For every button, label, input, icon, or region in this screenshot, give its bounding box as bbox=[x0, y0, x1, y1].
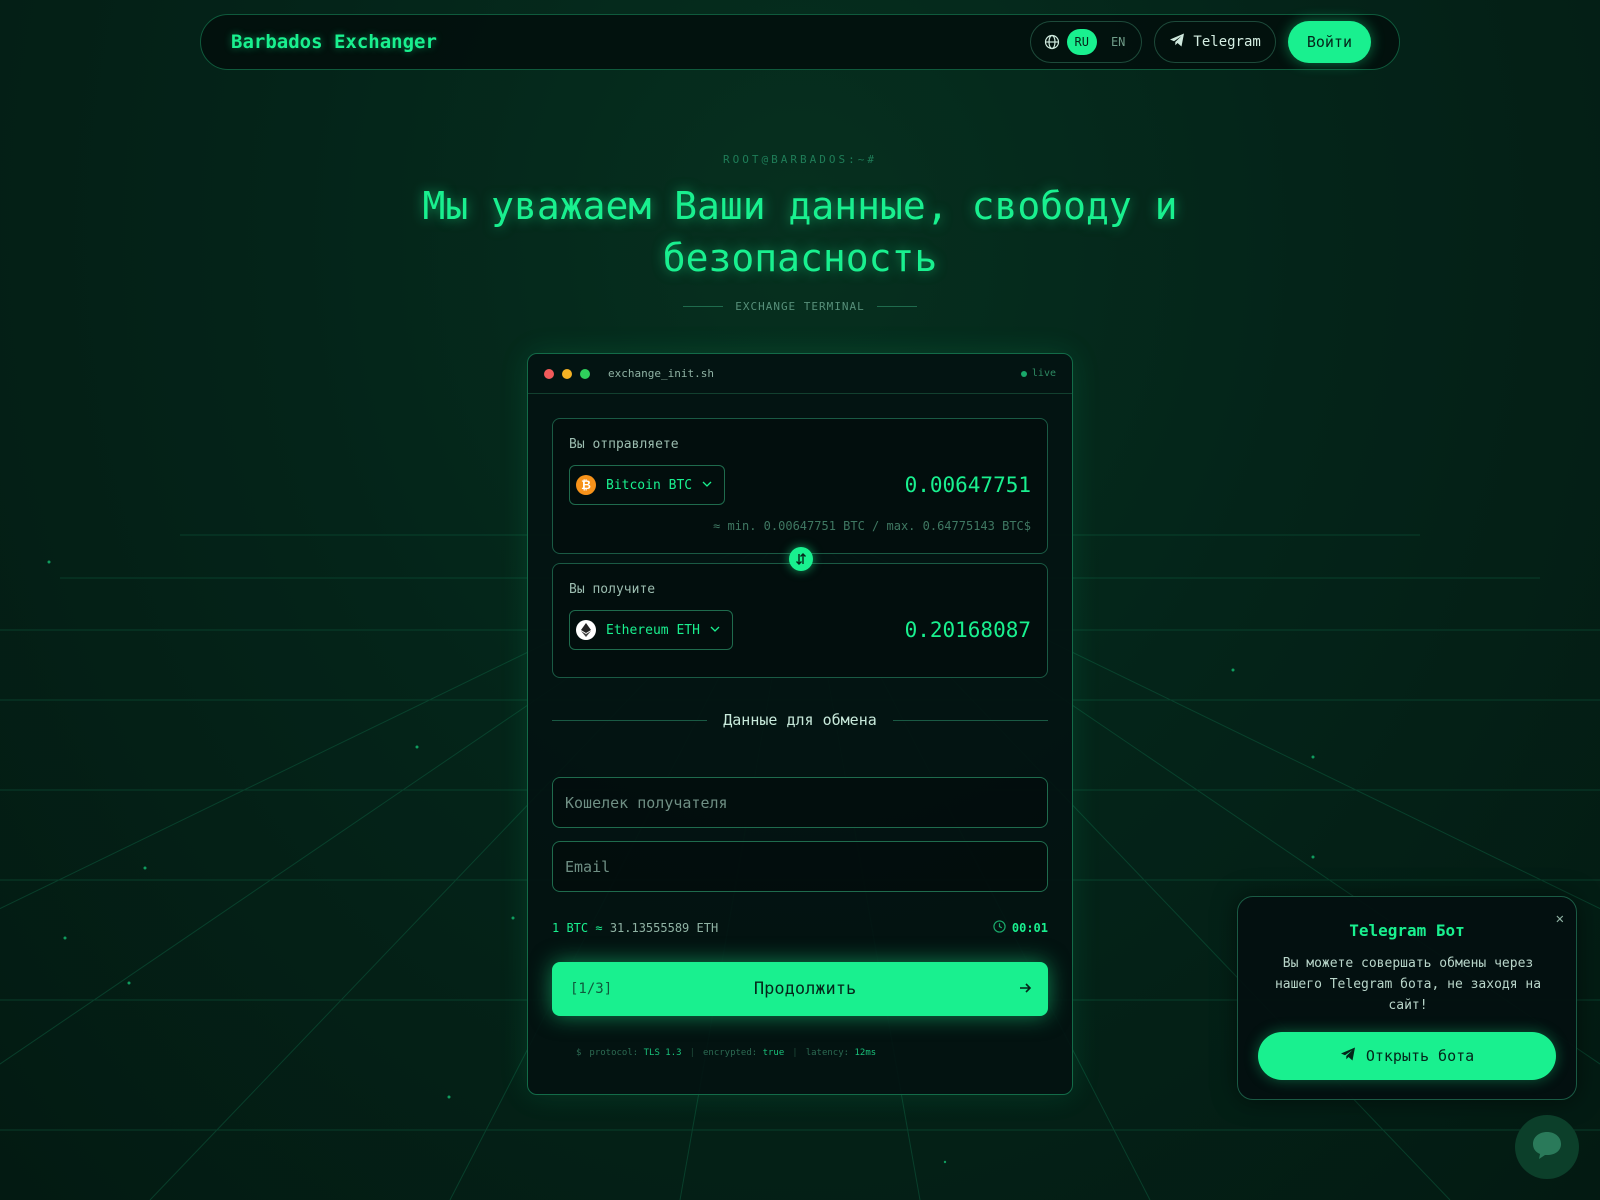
swap-arrows-icon bbox=[795, 550, 807, 569]
telegram-popup-text: Вы можете совершать обмены через нашего … bbox=[1274, 956, 1542, 1013]
telegram-plane-icon bbox=[1169, 32, 1185, 52]
continue-button[interactable]: [1/3] Продолжить bbox=[552, 962, 1048, 1016]
latency-key: latency: bbox=[805, 1048, 850, 1058]
live-status-label: live bbox=[1031, 368, 1056, 379]
chevron-down-icon bbox=[710, 623, 720, 638]
open-bot-label: Открыть бота bbox=[1365, 1047, 1475, 1065]
status-prompt: $ bbox=[576, 1048, 582, 1058]
send-label: Вы отправляете bbox=[569, 437, 679, 452]
telegram-bot-popup: ✕ Telegram Бот Вы можете совершать обмен… bbox=[1237, 896, 1577, 1100]
exchange-rate-row: 1 BTC ≈ 31.13555589 ETH 00:01 bbox=[552, 920, 1048, 936]
open-bot-button[interactable]: Открыть бота bbox=[1258, 1032, 1556, 1080]
telegram-popup-title: Telegram Бот bbox=[1349, 921, 1465, 940]
hero-title: Мы уважаем Ваши данные, свободу и безопа… bbox=[422, 184, 1178, 280]
live-status-indicator: live bbox=[1020, 368, 1056, 379]
subtitle-text: EXCHANGE TERMINAL bbox=[735, 300, 865, 313]
exchange-rate-value: 31.13555589 ETH bbox=[609, 921, 719, 935]
receive-panel: Вы получите Ethereum ETH 0.20168087 bbox=[552, 563, 1048, 678]
brand-logo[interactable]: Barbados Exchanger bbox=[231, 31, 437, 53]
window-minimize-dot bbox=[562, 368, 572, 379]
protocol-value: TLS 1.3 bbox=[643, 1048, 682, 1058]
telegram-plane-icon bbox=[1340, 1046, 1356, 1066]
live-dot-icon bbox=[1020, 370, 1027, 377]
chat-bubble-icon bbox=[1532, 1131, 1562, 1163]
terminal-filename: exchange_init.sh bbox=[608, 367, 714, 380]
send-currency-select[interactable]: ₿ Bitcoin BTC bbox=[569, 465, 726, 505]
connection-status-line: $ protocol: TLS 1.3 | encrypted: true | … bbox=[576, 1048, 876, 1058]
latency-value: 12ms bbox=[854, 1048, 877, 1058]
email-input[interactable] bbox=[552, 841, 1048, 892]
globe-icon bbox=[1043, 33, 1061, 51]
subtitle-left-rule bbox=[683, 306, 724, 307]
clock-icon bbox=[993, 920, 1006, 936]
divider-right-line bbox=[892, 719, 1048, 721]
terminal-prompt-text: ROOT@BARBADOS:~# bbox=[723, 153, 877, 166]
receive-label: Вы получите bbox=[569, 582, 656, 597]
swap-currencies-button[interactable] bbox=[789, 547, 813, 571]
telegram-link-button[interactable]: Telegram bbox=[1154, 21, 1276, 63]
encrypted-value: true bbox=[762, 1048, 785, 1058]
header-actions: RU EN Telegram Войти bbox=[1029, 21, 1371, 63]
status-separator: | bbox=[689, 1048, 695, 1058]
send-amount-input[interactable]: 0.00647751 bbox=[905, 473, 1031, 497]
send-currency-label: Bitcoin BTC bbox=[606, 477, 693, 493]
exchange-data-divider: Данные для обмена bbox=[552, 711, 1048, 729]
exchange-rate-prefix: 1 BTC ≈ bbox=[552, 921, 603, 935]
hero-subtitle: EXCHANGE TERMINAL bbox=[0, 300, 1600, 313]
divider-left-line bbox=[552, 719, 708, 721]
login-button[interactable]: Войти bbox=[1287, 21, 1371, 63]
window-close-dot bbox=[544, 368, 554, 379]
exchange-rate: 1 BTC ≈ 31.13555589 ETH bbox=[552, 921, 718, 935]
telegram-link-label: Telegram bbox=[1193, 34, 1261, 50]
language-switcher: RU EN bbox=[1029, 21, 1143, 63]
receive-amount: 0.20168087 bbox=[904, 618, 1031, 642]
language-option-en[interactable]: EN bbox=[1103, 29, 1133, 55]
send-panel: Вы отправляете ₿ Bitcoin BTC 0.00647751 … bbox=[552, 418, 1048, 554]
send-limits: ≈ min. 0.00647751 BTC / max. 0.64775143 … bbox=[713, 519, 1031, 533]
status-separator: | bbox=[792, 1048, 798, 1058]
protocol-key: protocol: bbox=[589, 1048, 639, 1058]
terminal-titlebar: exchange_init.sh live bbox=[528, 354, 1072, 394]
exchange-data-heading: Данные для обмена bbox=[723, 711, 877, 729]
exchange-terminal-card: exchange_init.sh live Вы отправляете ₿ B… bbox=[527, 353, 1073, 1095]
language-option-ru[interactable]: RU bbox=[1066, 29, 1097, 55]
arrow-right-icon bbox=[1018, 980, 1032, 999]
window-maximize-dot bbox=[580, 368, 590, 379]
encrypted-key: encrypted: bbox=[702, 1048, 758, 1058]
top-navbar: Barbados Exchanger RU EN Telegram Войти bbox=[200, 14, 1400, 70]
chevron-down-icon bbox=[702, 478, 712, 493]
receive-currency-label: Ethereum ETH bbox=[606, 622, 700, 638]
rate-timer-value: 00:01 bbox=[1011, 921, 1048, 935]
subtitle-right-rule bbox=[876, 306, 917, 307]
continue-label: Продолжить bbox=[753, 979, 857, 999]
bitcoin-icon: ₿ bbox=[576, 475, 596, 495]
ethereum-icon bbox=[576, 620, 596, 640]
rate-timer: 00:01 bbox=[993, 920, 1048, 936]
recipient-wallet-input[interactable] bbox=[552, 777, 1048, 828]
receive-currency-select[interactable]: Ethereum ETH bbox=[569, 610, 733, 650]
chat-widget-button[interactable] bbox=[1515, 1115, 1579, 1179]
